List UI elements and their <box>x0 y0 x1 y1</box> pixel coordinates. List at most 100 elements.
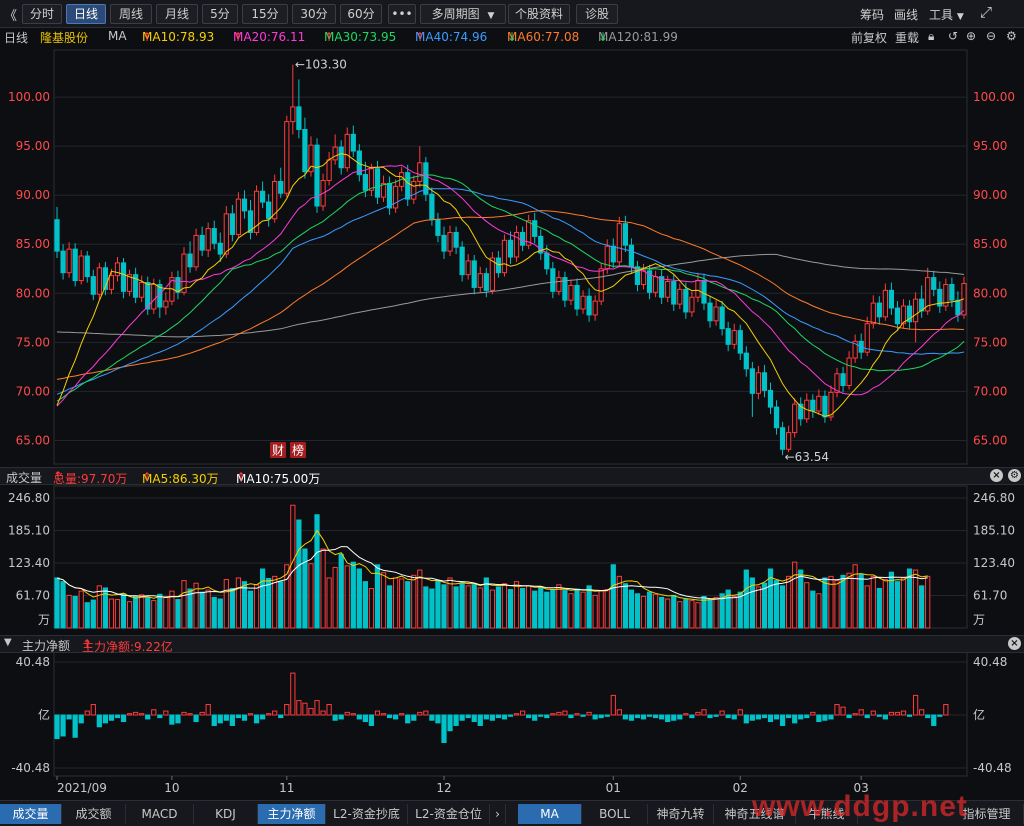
volume-bar <box>755 586 762 629</box>
tab-boll[interactable]: BOLL <box>582 804 648 824</box>
candle-body <box>731 330 737 345</box>
volume-bar <box>792 561 798 629</box>
price-tick-right: 95.00 <box>973 139 1007 153</box>
candle-body <box>187 253 193 268</box>
candle-body <box>114 262 121 277</box>
net-flow-bar <box>102 714 109 724</box>
tab-turnover[interactable]: 成交额 <box>62 804 126 824</box>
ma120-line <box>56 253 965 338</box>
candle-body <box>417 162 423 182</box>
price-tick-right: 90.00 <box>973 188 1007 202</box>
candle-body <box>955 299 961 316</box>
candle-body <box>652 276 659 293</box>
net-flow-bar <box>773 714 780 720</box>
candle-body <box>598 268 604 302</box>
candle-body <box>574 284 580 310</box>
volume-bar <box>665 598 671 629</box>
volume-bar <box>465 585 471 629</box>
net-flow-bar <box>114 714 121 719</box>
volume-bar <box>574 588 580 629</box>
volume-bar <box>906 568 913 629</box>
candle-body <box>163 300 169 308</box>
candle-body <box>374 168 381 198</box>
chart-canvas[interactable]: 100.00 100.00 95.00 95.00 90.00 90.00 85.00 85.… <box>0 0 1024 800</box>
candle-body <box>580 295 586 310</box>
candle-body <box>677 288 683 305</box>
net-flow-bar <box>816 714 822 723</box>
volume-bar <box>489 589 495 629</box>
volume-bar <box>628 589 635 629</box>
volume-bar <box>453 586 459 629</box>
candle-body <box>350 133 356 152</box>
volume-bar <box>810 590 816 629</box>
tab-kdj[interactable]: KDJ <box>194 804 258 824</box>
collapse-icon[interactable]: ▼ <box>4 637 12 648</box>
volume-bar <box>925 575 931 629</box>
net-flow-bar <box>634 714 641 719</box>
net-flow-bar <box>616 709 622 716</box>
candle-body <box>822 395 828 418</box>
panel-frame <box>53 649 968 777</box>
candle-body <box>368 168 375 191</box>
candle-body <box>701 280 707 304</box>
net-flow-bar <box>743 714 749 724</box>
volume-bar <box>290 504 296 629</box>
net-flow-bar <box>205 704 211 716</box>
volume-bar <box>374 564 381 629</box>
candle-body <box>864 323 870 353</box>
net-flow-bar <box>713 714 719 717</box>
flow-tick-right: 亿 <box>973 707 985 722</box>
tab-net-flow[interactable]: 主力净额 <box>258 804 326 824</box>
tab-nine-turn[interactable]: 神奇九转 <box>648 804 714 824</box>
volume-bar <box>344 565 350 629</box>
net-flow-bar <box>767 714 774 723</box>
settings-icon[interactable]: ⚙ <box>1008 469 1021 482</box>
x-tick-label: 10 <box>164 781 179 795</box>
net-flow-bar <box>828 714 834 720</box>
volume-bar <box>139 594 145 629</box>
candle-body <box>477 273 483 288</box>
candle-body <box>120 262 127 292</box>
net-flow-bar <box>550 713 556 716</box>
close-icon[interactable]: × <box>1008 637 1021 650</box>
tab-volume[interactable]: 成交量 <box>0 804 62 824</box>
net-flow-bar <box>429 714 435 721</box>
volume-bar <box>96 585 102 629</box>
candle-body <box>501 239 508 274</box>
candle-body <box>707 302 713 322</box>
candle-body <box>181 253 187 293</box>
chevron-right-icon[interactable]: › <box>490 804 506 824</box>
net-flow-bar <box>386 714 393 719</box>
volume-bar <box>604 589 610 629</box>
net-flow-bar <box>701 709 707 716</box>
net-flow-bar <box>320 710 326 716</box>
net-flow-bar <box>894 711 901 716</box>
tab-l2-bottom[interactable]: L2-资金抄底 <box>326 804 408 824</box>
volume-bar <box>356 568 362 629</box>
net-flow-bar <box>54 714 60 740</box>
tab-macd[interactable]: MACD <box>126 804 194 824</box>
net-flow-bar <box>864 714 870 719</box>
candle-body <box>737 330 743 354</box>
volume-bar <box>54 577 60 629</box>
volume-bar <box>622 583 628 629</box>
event-marker-text: 榜 <box>292 443 304 458</box>
volume-bar <box>72 595 78 629</box>
net-flow-bar <box>574 713 580 716</box>
volume-bar <box>677 601 683 629</box>
volume-bar <box>773 580 780 629</box>
tab-l2-position[interactable]: L2-资金仓位 <box>408 804 490 824</box>
candle-body <box>719 306 725 330</box>
candle-body <box>931 277 937 290</box>
volume-bar <box>441 584 447 629</box>
volume-bar <box>60 581 66 629</box>
candle-body <box>435 219 441 236</box>
close-icon[interactable]: × <box>990 469 1003 482</box>
volume-bar <box>798 569 804 629</box>
tab-ma[interactable]: MA <box>518 804 582 824</box>
candle-body <box>259 190 266 203</box>
candle-body <box>139 282 145 298</box>
volume-bar <box>507 589 514 629</box>
volume-bar <box>659 596 665 629</box>
volume-bar <box>90 599 96 629</box>
